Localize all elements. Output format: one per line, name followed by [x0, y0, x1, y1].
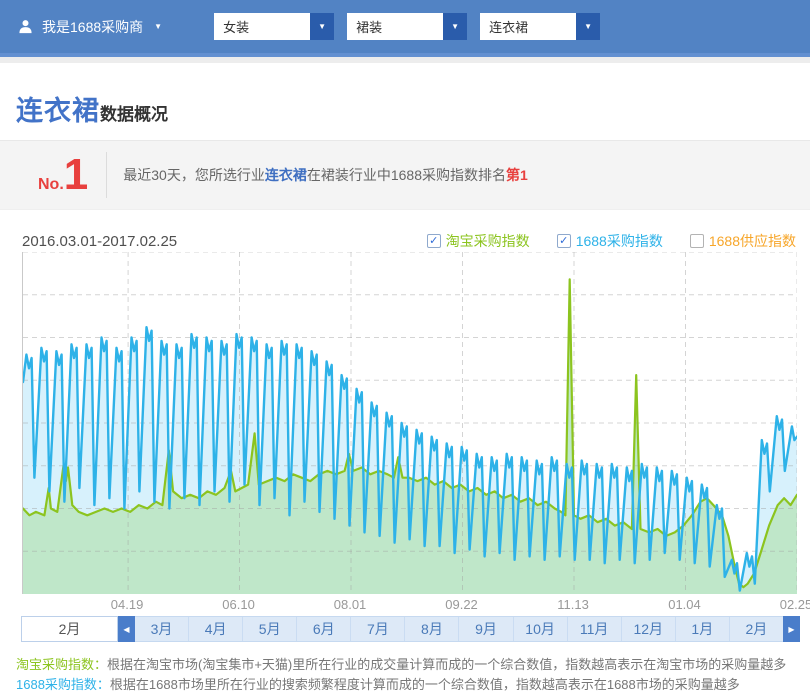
rank-keyword: 连衣裙 — [265, 167, 307, 183]
footer-note: 淘宝采购指数：根据在淘宝市场(淘宝集市+天猫)里所在行业的成交量计算而成的一个综… — [16, 655, 810, 675]
x-tick-label: 04.19 — [111, 597, 144, 612]
rank-prefix: No. — [38, 176, 64, 194]
prev-month-button[interactable]: ◀ — [118, 616, 135, 642]
footer-notes: 淘宝采购指数：根据在淘宝市场(淘宝集市+天猫)里所在行业的成交量计算而成的一个综… — [16, 655, 810, 695]
x-axis-labels: 04.1906.1008.0109.2211.1301.0402.25 — [22, 594, 802, 614]
category-select-1[interactable]: 女装▼ — [214, 13, 334, 40]
select-value: 裙装 — [347, 13, 443, 40]
caret-down-icon: ▼ — [154, 22, 162, 31]
legend-label: 1688供应指数 — [709, 231, 796, 251]
rank-text-middle: 在裙装行业中1688采购指数排名 — [307, 167, 506, 183]
chart-canvas — [23, 252, 797, 594]
user-menu-label: 我是1688采购商 — [42, 17, 143, 37]
month-tab[interactable]: 5月 — [243, 617, 297, 641]
select-value: 连衣裙 — [480, 13, 576, 40]
title-suffix: 数据概况 — [100, 100, 168, 125]
legend-label: 淘宝采购指数 — [446, 231, 530, 251]
checked-checkbox[interactable]: ✓ — [557, 234, 571, 248]
header-bar: 我是1688采购商 ▼ 女装▼裙装▼连衣裙▼ — [0, 0, 810, 57]
chart-area — [22, 252, 796, 594]
x-tick-label: 06.10 — [222, 597, 255, 612]
month-tab[interactable]: 6月 — [297, 617, 351, 641]
chart-legend: ✓ 淘宝采购指数 ✓ 1688采购指数 1688供应指数 — [400, 231, 796, 251]
month-tab[interactable]: 10月 — [514, 617, 568, 641]
month-tab[interactable]: 4月 — [189, 617, 243, 641]
x-tick-label: 01.04 — [668, 597, 701, 612]
legend-item: 1688供应指数 — [690, 231, 796, 251]
x-tick-label: 11.13 — [557, 597, 589, 612]
title-keyword: 连衣裙 — [16, 89, 100, 128]
chart-header: 2016.03.01-2017.02.25 ✓ 淘宝采购指数 ✓ 1688采购指数 16… — [22, 230, 796, 252]
month-tab[interactable]: 7月 — [351, 617, 405, 641]
month-tabs: 3月4月5月6月7月8月9月10月11月12月1月2月 — [135, 616, 783, 642]
rank-text-before: 最近30天，您所选行业 — [123, 167, 265, 183]
month-bar: 2月 ◀ 3月4月5月6月7月8月9月10月11月12月1月2月 ▶ — [21, 616, 800, 642]
rank-description: 最近30天，您所选行业连衣裙在裙装行业中1688采购指数排名第1 — [123, 165, 528, 185]
next-month-button[interactable]: ▶ — [783, 616, 800, 642]
user-icon — [18, 19, 33, 34]
header-divider-strip — [0, 57, 810, 63]
rank-number: 1 — [64, 153, 88, 197]
user-menu[interactable]: 我是1688采购商 ▼ — [18, 17, 162, 37]
chevron-down-icon[interactable]: ▼ — [576, 13, 600, 40]
page-title: 连衣裙 数据概况 — [16, 89, 810, 128]
legend-item: ✓ 淘宝采购指数 — [427, 231, 530, 251]
banner-divider — [106, 152, 107, 198]
note-text: 根据在1688市场里所在行业的搜索频繁程度计算而成的一个综合数值，指数越高表示在… — [110, 677, 740, 692]
footer-note: 1688采购指数：根据在1688市场里所在行业的搜索频繁程度计算而成的一个综合数… — [16, 675, 810, 695]
note-label: 1688采购指数： — [16, 677, 110, 692]
month-tab[interactable]: 9月 — [459, 617, 513, 641]
select-value: 女装 — [214, 13, 310, 40]
x-tick-label: 02.25 — [780, 597, 810, 612]
rank-banner: No. 1 最近30天，您所选行业连衣裙在裙装行业中1688采购指数排名第1 — [0, 140, 810, 210]
category-select-2[interactable]: 裙装▼ — [347, 13, 467, 40]
month-tab[interactable]: 12月 — [622, 617, 676, 641]
rank-badge: No. 1 — [38, 153, 88, 197]
unchecked-checkbox[interactable] — [690, 234, 704, 248]
month-tab[interactable]: 1月 — [676, 617, 730, 641]
note-label: 淘宝采购指数： — [16, 657, 107, 672]
month-tab[interactable]: 8月 — [405, 617, 459, 641]
note-text: 根据在淘宝市场(淘宝集市+天猫)里所在行业的成交量计算而成的一个综合数值，指数越… — [107, 657, 786, 672]
x-tick-label: 08.01 — [334, 597, 367, 612]
month-tab[interactable]: 2月 — [730, 617, 783, 641]
month-select-value: 2月 — [59, 619, 81, 639]
checked-checkbox[interactable]: ✓ — [427, 234, 441, 248]
chevron-down-icon[interactable]: ▼ — [443, 13, 467, 40]
x-tick-label: 09.22 — [445, 597, 478, 612]
month-select[interactable]: 2月 — [21, 616, 118, 642]
month-tab[interactable]: 11月 — [568, 617, 622, 641]
rank-value: 第1 — [506, 167, 528, 183]
category-selects: 女装▼裙装▼连衣裙▼ — [214, 13, 600, 40]
legend-label: 1688采购指数 — [576, 231, 663, 251]
chevron-down-icon[interactable]: ▼ — [310, 13, 334, 40]
chevron-left-icon: ◀ — [123, 625, 129, 634]
legend-item: ✓ 1688采购指数 — [557, 231, 663, 251]
month-tab[interactable]: 3月 — [135, 617, 189, 641]
chevron-right-icon: ▶ — [788, 625, 794, 634]
date-range-label: 2016.03.01-2017.02.25 — [22, 233, 177, 250]
category-select-3[interactable]: 连衣裙▼ — [480, 13, 600, 40]
